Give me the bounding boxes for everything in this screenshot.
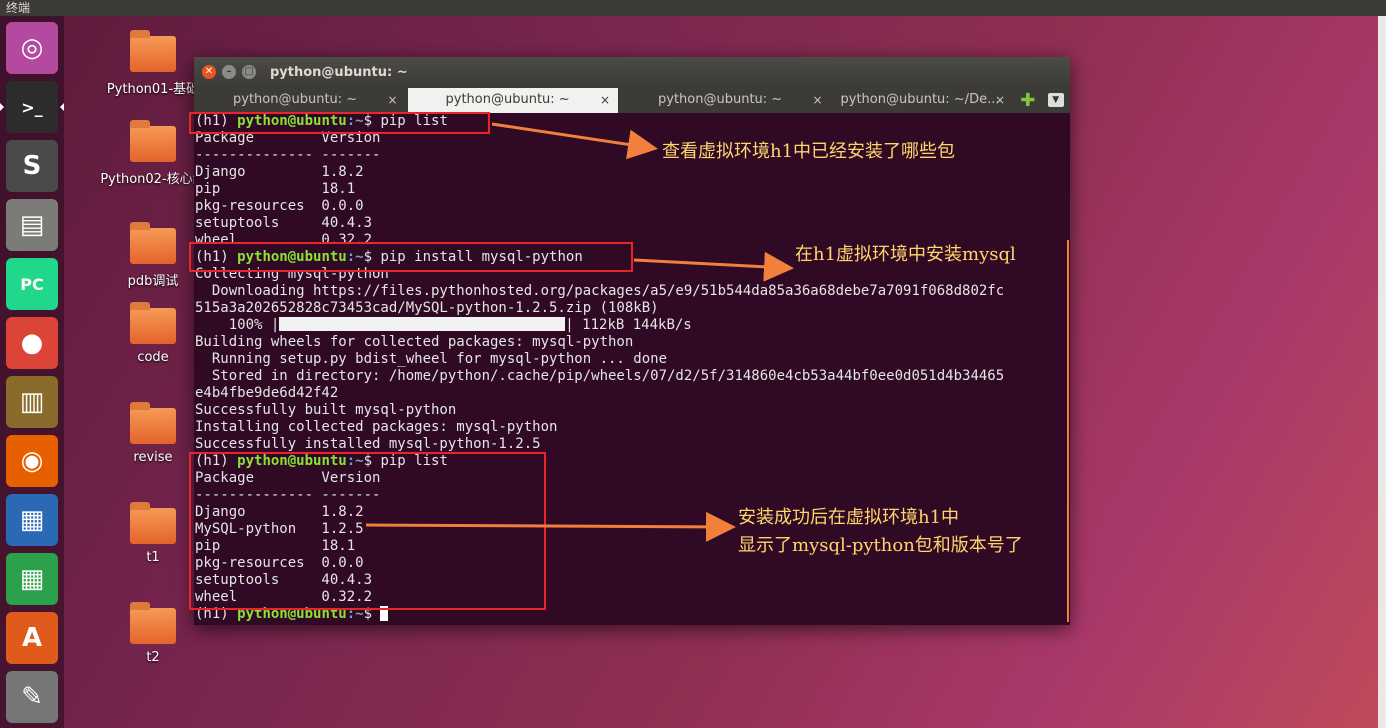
files-icon[interactable]: ▤ (6, 199, 58, 251)
desktop-folder-label: Python02-核心编 (100, 172, 206, 187)
launcher: ◎ >_ S ▤ PC ● ▥ ◉ ▦ ▦ A ✎ (0, 16, 64, 728)
minimize-window-button[interactable]: – (222, 65, 236, 79)
progress-percent: 100% | (195, 317, 280, 333)
add-tab-icon[interactable]: ✚ (1020, 90, 1035, 111)
tab-label: python@ubuntu: ~ (445, 92, 570, 107)
settings-icon[interactable]: ✎ (6, 671, 58, 723)
folder-icon (130, 222, 176, 264)
folder-icon (130, 120, 176, 162)
close-tab-icon[interactable]: × (387, 88, 397, 112)
highlight-box-cmd2 (189, 242, 633, 272)
window-title: python@ubuntu: ~ (270, 64, 408, 80)
output-line: Installing collected packages: mysql-pyt… (195, 419, 558, 435)
pycharm-icon[interactable]: PC (6, 258, 58, 310)
annotation-note-3a: 安装成功后在虚拟环境h1中 (738, 507, 960, 528)
folder-icon (130, 502, 176, 544)
tab-menu-icon[interactable]: ▼ (1047, 93, 1064, 107)
output-line: e4b4fbe9de6d42f42 (195, 385, 339, 401)
active-app-title: 终端 (6, 1, 31, 15)
folder-icon (130, 30, 176, 72)
maximize-window-button[interactable]: □ (242, 65, 256, 79)
sublime-text-icon[interactable]: S (6, 140, 58, 192)
output-line: Django 1.8.2 (195, 164, 364, 180)
annotation-note-1: 查看虚拟环境h1中已经安装了哪些包 (662, 141, 956, 162)
calc-icon[interactable]: ▦ (6, 553, 58, 605)
tab-1[interactable]: python@ubuntu: ~ × (194, 87, 407, 113)
close-tab-icon[interactable]: × (812, 88, 822, 112)
output-line: setuptools 40.4.3 (195, 215, 373, 231)
output-line: Successfully built mysql-python (195, 402, 457, 418)
desktop-folder[interactable]: t2 (98, 602, 208, 665)
tab-2[interactable]: python@ubuntu: ~ × (406, 87, 619, 113)
output-line: Downloading https://files.pythonhosted.o… (195, 283, 1005, 299)
output-line: Successfully installed mysql-python-1.2.… (195, 436, 541, 452)
progress-bar (279, 317, 566, 331)
output-line: Stored in directory: /home/python/.cache… (195, 368, 1005, 384)
chrome-icon[interactable]: ● (6, 317, 58, 369)
annotation-note-3b: 显示了mysql-python包和版本号了 (738, 535, 1023, 556)
terminal-icon[interactable]: >_ (0, 81, 64, 133)
highlight-box-list2 (189, 452, 546, 610)
tab-label: python@ubuntu: ~ (233, 92, 358, 107)
desktop-folder-label: t2 (146, 650, 160, 665)
output-line: Building wheels for collected packages: … (195, 334, 634, 350)
tab-label: python@ubuntu: ~ (658, 92, 783, 107)
folder-icon (130, 402, 176, 444)
progress-line: 100% | | 112kB 144kB/s (195, 317, 1071, 334)
highlight-box-cmd1 (189, 112, 490, 134)
tab-tools: ✚ ▼ (1014, 87, 1070, 113)
output-line: pkg-resources 0.0.0 (195, 198, 364, 214)
window-titlebar[interactable]: ✕ – □ python@ubuntu: ~ (194, 57, 1070, 87)
desktop-folder[interactable]: code (98, 302, 208, 365)
top-panel: 终端 (0, 0, 1386, 16)
desktop-folder-label: Python01-基础 (106, 82, 200, 97)
desktop-folder[interactable]: Python01-基础 (98, 30, 208, 97)
books-icon[interactable]: ▥ (6, 376, 58, 428)
tab-4[interactable]: python@ubuntu: ~/De... × (831, 87, 1014, 113)
folder-icon (130, 602, 176, 644)
output-line: 515a3a202652828c73453cad/MySQL-python-1.… (195, 300, 659, 316)
desktop-folder[interactable]: Python02-核心编 (98, 120, 208, 187)
ubuntu-dash-icon[interactable]: ◎ (6, 22, 58, 74)
writer-icon[interactable]: ▦ (6, 494, 58, 546)
output-line: Running setup.py bdist_wheel for mysql-p… (195, 351, 668, 367)
close-tab-icon[interactable]: × (600, 88, 610, 112)
desktop-folder-label: pdb调试 (127, 274, 179, 289)
tab-3[interactable]: python@ubuntu: ~ × (619, 87, 832, 113)
output-line: pip 18.1 (195, 181, 356, 197)
tab-bar: python@ubuntu: ~ × python@ubuntu: ~ × pyth… (194, 87, 1070, 113)
firefox-icon[interactable]: ◉ (6, 435, 58, 487)
close-tab-icon[interactable]: × (995, 88, 1005, 112)
folder-icon (130, 302, 176, 344)
right-panel-edge (1378, 16, 1386, 728)
annotation-note-2: 在h1虚拟环境中安装mysql (795, 244, 1016, 265)
tab-label: python@ubuntu: ~/De... (840, 92, 1000, 107)
software-center-icon[interactable]: A (6, 612, 58, 664)
desktop-folder-label: code (137, 350, 169, 365)
close-window-button[interactable]: ✕ (202, 65, 216, 79)
progress-rate: | 112kB 144kB/s (565, 317, 692, 333)
